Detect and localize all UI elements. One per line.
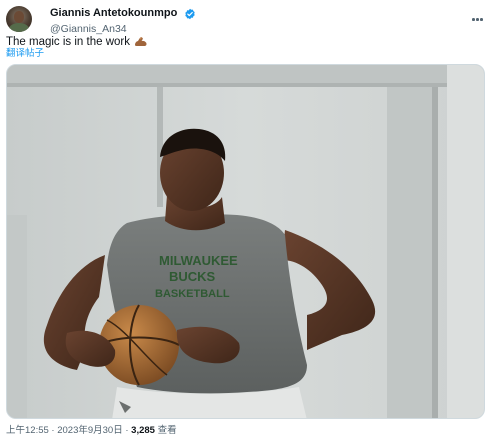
tweet-text: The magic is in the work: [6, 35, 148, 49]
translate-post-link[interactable]: 翻译帖子: [6, 48, 44, 60]
author-names[interactable]: Giannis Antetokounmpo @Giannis_An34: [50, 5, 196, 36]
tweet-meta: 上午12:55 · 2023年9月30日 · 3,285 查看: [6, 425, 177, 437]
views-label: 查看: [157, 425, 177, 436]
author-avatar[interactable]: [6, 6, 32, 32]
avatar-face: [14, 11, 24, 23]
jersey-line-1: MILWAUKEE: [159, 253, 238, 268]
meta-separator-2: ·: [125, 425, 129, 436]
flexed-biceps-icon: [135, 37, 147, 46]
more-options-icon[interactable]: [472, 8, 488, 21]
photo-basketball-player-icon: MILWAUKEE BUCKS BASKETBALL: [7, 65, 484, 418]
tweet-time[interactable]: 上午12:55: [6, 425, 49, 436]
meta-separator: ·: [51, 425, 55, 436]
tweet-photo[interactable]: MILWAUKEE BUCKS BASKETBALL: [6, 64, 485, 419]
jersey-line-2: BUCKS: [169, 269, 216, 284]
author-display-name[interactable]: Giannis Antetokounmpo: [50, 7, 177, 20]
verified-badge-icon: [185, 8, 195, 20]
tweet-text-content: The magic is in the work: [6, 36, 130, 48]
jersey-line-3: BASKETBALL: [155, 288, 230, 300]
tweet-date[interactable]: 2023年9月30日: [57, 425, 122, 436]
tweet-header: Giannis Antetokounmpo @Giannis_An34: [6, 5, 494, 35]
views-count: 3,285: [131, 425, 155, 436]
avatar-shoulders: [9, 23, 29, 32]
